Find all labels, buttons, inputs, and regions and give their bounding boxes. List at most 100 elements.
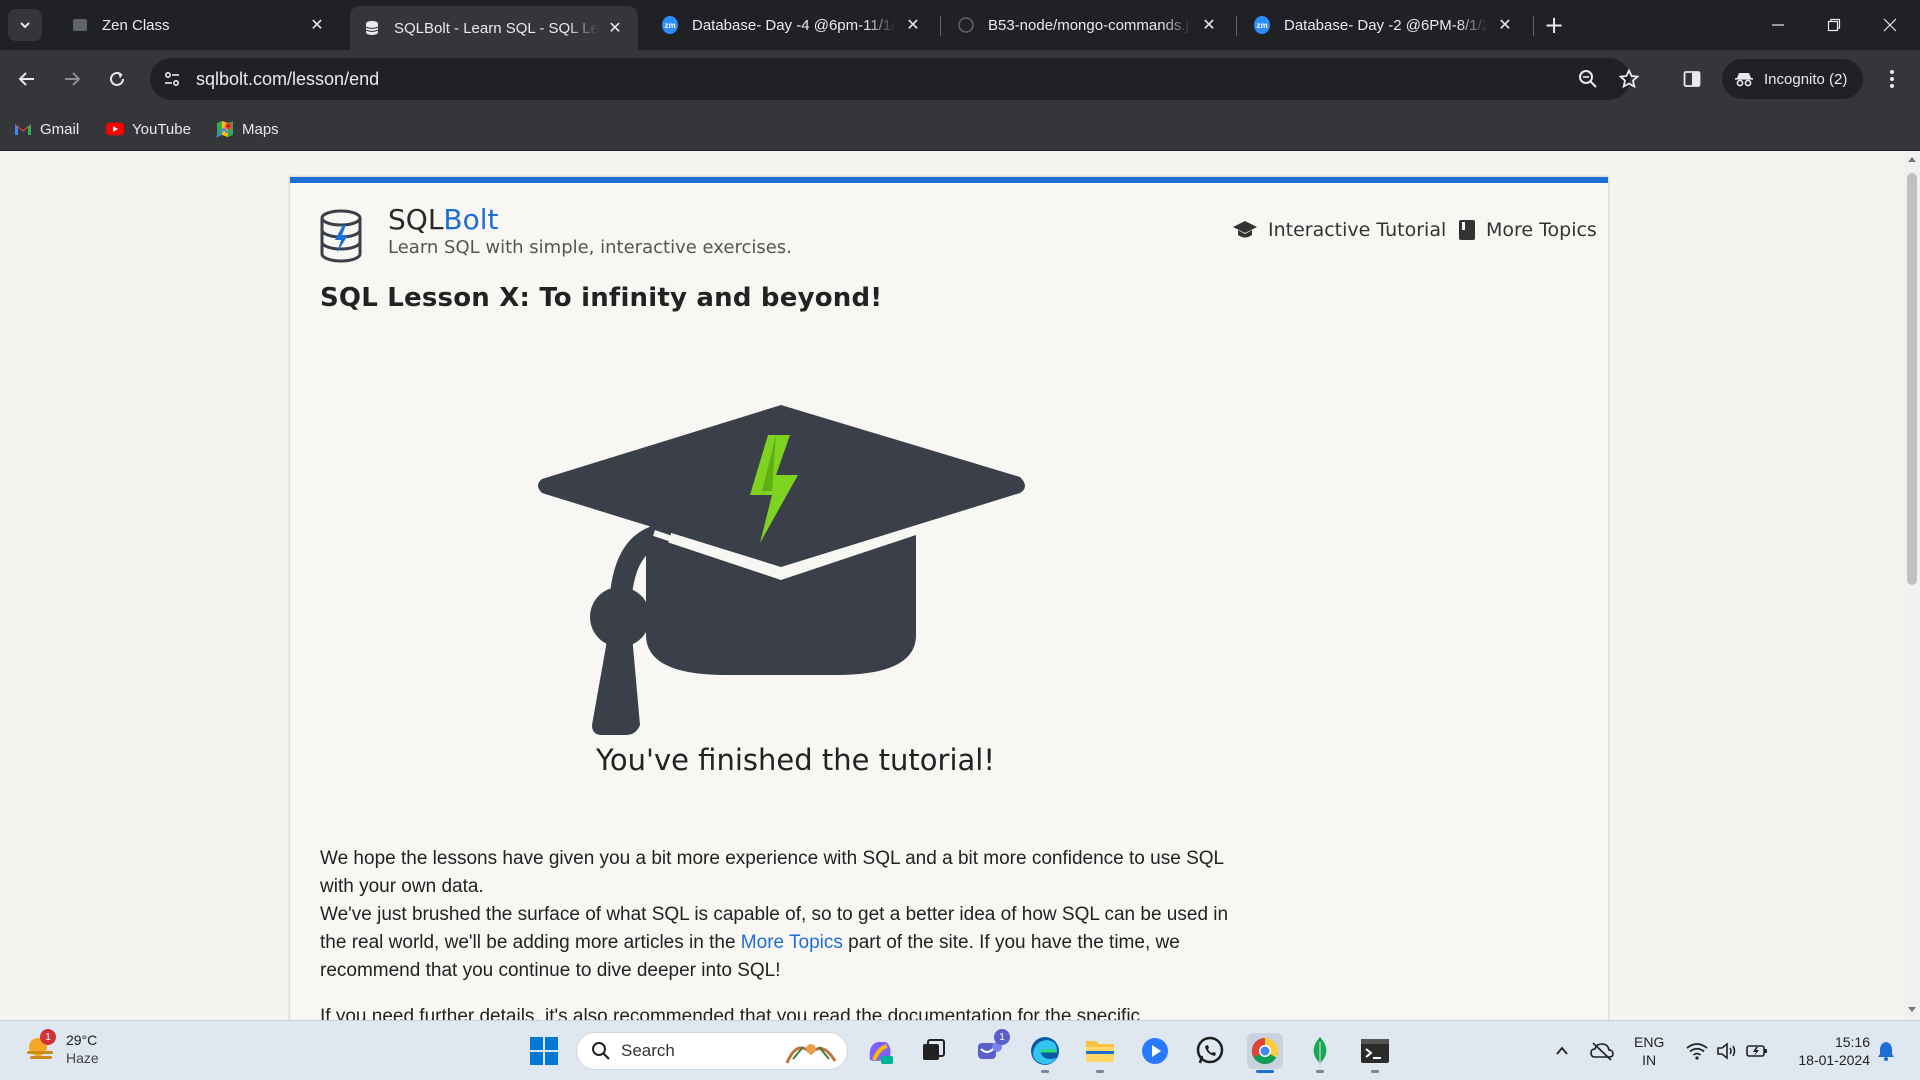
tab-separator xyxy=(940,16,941,36)
nav-interactive-tutorial[interactable]: Interactive Tutorial xyxy=(1232,219,1446,241)
battery-tray-button[interactable] xyxy=(1744,1035,1770,1067)
taskbar-search[interactable]: Search xyxy=(576,1032,848,1070)
bookmark-maps[interactable]: Maps xyxy=(216,118,279,140)
arrow-left-icon xyxy=(18,72,34,86)
forward-button[interactable] xyxy=(56,63,88,95)
weather-widget[interactable]: 1 29°C Haze xyxy=(24,1029,99,1067)
search-icon xyxy=(591,1041,611,1061)
copilot-taskbar-button[interactable] xyxy=(862,1033,898,1069)
close-icon[interactable]: ✕ xyxy=(606,19,624,37)
content-card: SQLBolt Learn SQL with simple, interacti… xyxy=(290,177,1608,1020)
lesson-title: SQL Lesson X: To infinity and beyond! xyxy=(320,283,883,313)
paragraph-intro: We hope the lessons have given you a bit… xyxy=(320,848,1224,897)
nav-tutorial-label: Interactive Tutorial xyxy=(1268,219,1447,241)
bookmark-label: YouTube xyxy=(132,120,191,138)
database-icon xyxy=(364,20,380,36)
incognito-icon xyxy=(1734,71,1754,87)
system-clock[interactable]: 15:16 18-01-2024 xyxy=(1786,1033,1870,1069)
running-indicator xyxy=(1371,1070,1379,1073)
clock-time: 15:16 xyxy=(1834,1034,1870,1050)
whatsapp-icon xyxy=(1196,1036,1224,1064)
github-icon xyxy=(958,17,974,33)
restore-button[interactable] xyxy=(1806,0,1862,50)
incognito-button[interactable]: Incognito (2) xyxy=(1722,59,1864,99)
tab-sqlbolt[interactable]: SQLBolt - Learn SQL - SQL Lesson X: To i… xyxy=(350,6,638,50)
reload-icon xyxy=(110,71,124,86)
star-bookmark-icon[interactable] xyxy=(1617,67,1641,91)
graduation-cap-icon xyxy=(1232,219,1258,241)
mongodb-taskbar-button[interactable] xyxy=(1302,1033,1338,1069)
brand-name[interactable]: SQLBolt xyxy=(388,203,499,236)
close-icon[interactable]: ✕ xyxy=(1200,16,1218,34)
copilot-icon xyxy=(869,1042,893,1064)
tab-search-button[interactable] xyxy=(8,9,42,41)
file-explorer-taskbar-button[interactable] xyxy=(1082,1033,1118,1069)
close-icon[interactable]: ✕ xyxy=(904,16,922,34)
edge-icon xyxy=(1031,1037,1059,1065)
active-indicator xyxy=(1256,1070,1274,1073)
tab-separator xyxy=(1236,16,1237,36)
tab-separator xyxy=(1533,16,1534,36)
brand-suffix: Bolt xyxy=(443,203,499,236)
paragraph-more-topics: We've just brushed the surface of what S… xyxy=(320,901,1250,985)
address-bar[interactable]: sqlbolt.com/lesson/end xyxy=(150,58,1639,100)
nav-more-topics[interactable]: More Topics xyxy=(1458,219,1597,241)
start-button[interactable] xyxy=(526,1033,562,1069)
scrollbar-thumb[interactable] xyxy=(1907,173,1917,585)
teams-taskbar-button[interactable]: 1 xyxy=(972,1029,1010,1069)
graduation-cap-illustration xyxy=(538,405,1025,735)
back-button[interactable] xyxy=(11,63,43,95)
input-language-indicator[interactable]: ENG IN xyxy=(1634,1033,1664,1069)
chrome-taskbar-button[interactable] xyxy=(1247,1033,1283,1069)
wifi-icon xyxy=(1686,1043,1708,1060)
bookmark-label: Maps xyxy=(242,120,279,138)
tab-title: Database- Day -2 @6PM-8/1/2024 xyxy=(1284,16,1488,34)
task-view-button[interactable] xyxy=(916,1033,952,1069)
bookmark-gmail[interactable]: Gmail xyxy=(14,118,79,140)
tab-title: Zen Class xyxy=(102,16,170,34)
show-hidden-icons-button[interactable] xyxy=(1550,1035,1574,1067)
tab-mongo-commands[interactable]: B53-node/mongo-commands.js ✕ xyxy=(944,6,1232,44)
chrome-menu-button[interactable] xyxy=(1876,63,1908,95)
tagline: Learn SQL with simple, interactive exerc… xyxy=(388,237,792,258)
running-indicator xyxy=(1096,1070,1104,1073)
scroll-up-arrow[interactable] xyxy=(1908,157,1916,162)
windows-taskbar: 1 29°C Haze Search 1 ENG IN 15:16 18-01-… xyxy=(0,1020,1920,1080)
scroll-down-arrow[interactable] xyxy=(1908,1007,1916,1012)
minimize-button[interactable] xyxy=(1750,0,1806,50)
side-panel-button[interactable] xyxy=(1676,63,1708,95)
restore-icon xyxy=(1827,18,1841,32)
media-player-taskbar-button[interactable] xyxy=(1137,1033,1173,1069)
windows-logo-icon xyxy=(530,1037,558,1065)
wifi-tray-button[interactable] xyxy=(1684,1035,1710,1067)
terminal-icon xyxy=(1361,1039,1389,1063)
edge-taskbar-button[interactable] xyxy=(1027,1033,1063,1069)
tab-title: B53-node/mongo-commands.js xyxy=(988,16,1192,34)
tab-database-day-2[interactable]: zm Database- Day -2 @6PM-8/1/2024 ✕ xyxy=(1240,6,1528,44)
reload-button[interactable] xyxy=(101,63,133,95)
tab-title: Database- Day -4 @6pm-11/1/2024 xyxy=(692,16,896,34)
whatsapp-taskbar-button[interactable] xyxy=(1192,1033,1228,1069)
close-icon[interactable]: ✕ xyxy=(308,16,326,34)
terminal-taskbar-button[interactable] xyxy=(1357,1033,1393,1069)
close-window-button[interactable] xyxy=(1862,0,1918,50)
browser-toolbar: sqlbolt.com/lesson/end Incognito (2) xyxy=(0,50,1920,108)
onedrive-tray-button[interactable] xyxy=(1588,1035,1616,1067)
zoom-magnifier-icon[interactable] xyxy=(1576,67,1600,91)
volume-tray-button[interactable] xyxy=(1714,1035,1740,1067)
arrow-right-icon xyxy=(65,72,81,86)
tab-database-day-4[interactable]: zm Database- Day -4 @6pm-11/1/2024 ✕ xyxy=(648,6,936,44)
vertical-scrollbar[interactable] xyxy=(1904,151,1920,1020)
new-tab-button[interactable]: + xyxy=(1540,12,1568,40)
bookmark-youtube[interactable]: YouTube xyxy=(106,118,191,140)
sqlbolt-logo-icon[interactable] xyxy=(318,209,364,263)
notifications-button[interactable] xyxy=(1874,1035,1898,1067)
more-topics-link[interactable]: More Topics xyxy=(741,932,843,953)
book-icon xyxy=(1458,219,1476,241)
running-indicator xyxy=(1316,1070,1324,1073)
tab-zen-class[interactable]: Zen Class ✕ xyxy=(58,6,340,44)
close-icon[interactable]: ✕ xyxy=(1496,16,1514,34)
tab-strip: Zen Class ✕ SQLBolt - Learn SQL - SQL Le… xyxy=(0,0,1920,50)
teams-badge: 1 xyxy=(994,1029,1010,1045)
site-info-icon[interactable] xyxy=(160,67,184,91)
